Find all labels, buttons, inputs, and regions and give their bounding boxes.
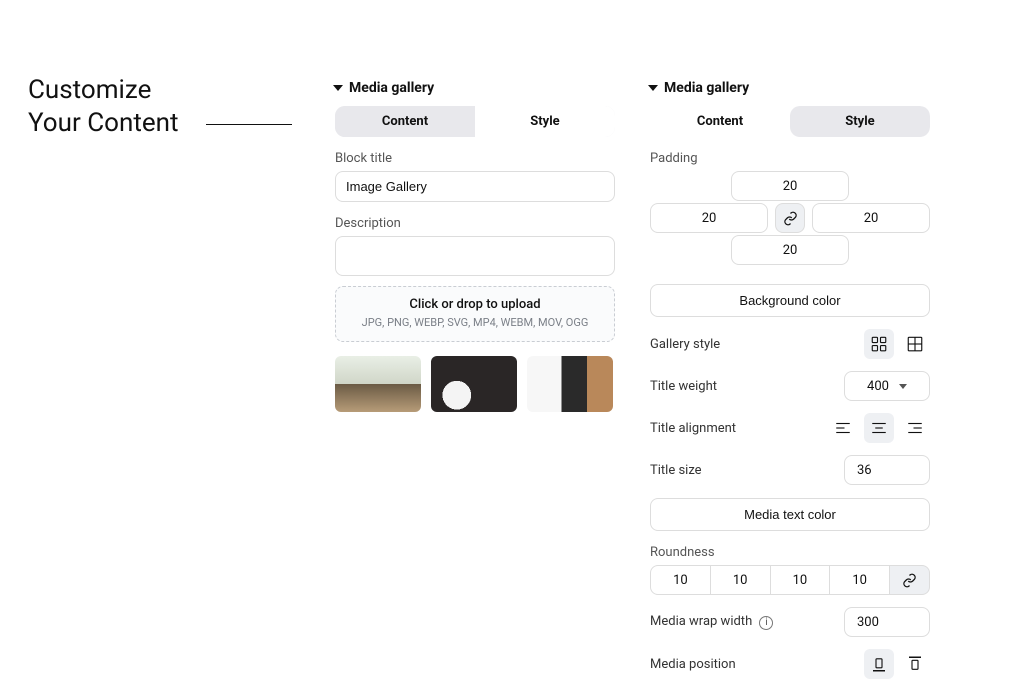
media-text-color-label: Media text color: [744, 507, 836, 522]
roundness-bl-value: 10: [852, 573, 867, 588]
media-wrap-width-text: Media wrap width: [650, 614, 752, 629]
title-size-input[interactable]: 36: [844, 455, 930, 485]
title-weight-value: 400: [867, 379, 889, 394]
headline-rule: [206, 124, 292, 125]
padding-bottom[interactable]: 20: [731, 235, 849, 265]
gallery-style-grid-icon[interactable]: [864, 329, 894, 359]
thumbnail-1[interactable]: [335, 356, 421, 412]
thumbnail-3[interactable]: [527, 356, 613, 412]
upload-zone[interactable]: Click or drop to upload JPG, PNG, WEBP, …: [335, 286, 615, 342]
roundness-link-toggle[interactable]: [890, 565, 930, 595]
upload-main-text: Click or drop to upload: [344, 297, 606, 312]
padding-right-value: 20: [864, 211, 879, 226]
media-wrap-width-label: Media wrap width i: [650, 614, 773, 630]
panel-content-title[interactable]: Media gallery: [335, 80, 615, 96]
panel-style-title[interactable]: Media gallery: [650, 80, 930, 96]
thumbnail-row: [335, 356, 615, 412]
description-input[interactable]: [335, 236, 615, 276]
padding-link-toggle[interactable]: [775, 203, 805, 233]
title-weight-select[interactable]: 400: [844, 371, 930, 401]
block-title-label: Block title: [335, 151, 615, 166]
roundness-br-value: 10: [793, 573, 808, 588]
media-wrap-width-value: 300: [857, 615, 879, 630]
roundness-label: Roundness: [650, 545, 930, 560]
roundness-tl[interactable]: 10: [650, 565, 711, 595]
chevron-down-icon: [333, 85, 343, 91]
roundness-br[interactable]: 10: [771, 565, 831, 595]
media-position-bottom-icon[interactable]: [900, 649, 930, 679]
tabbar-content: Content Style: [335, 106, 615, 137]
description-label: Description: [335, 216, 615, 231]
title-alignment-label: Title alignment: [650, 421, 736, 436]
upload-formats: JPG, PNG, WEBP, SVG, MP4, WEBM, MOV, OGG: [344, 316, 606, 329]
tabbar-style: Content Style: [650, 106, 930, 137]
padding-top-value: 20: [783, 179, 798, 194]
panel-style: Media gallery Content Style Padding 20 2…: [650, 80, 930, 679]
padding-bottom-value: 20: [783, 243, 798, 258]
padding-cross: 20 20 20 20: [650, 171, 930, 271]
chevron-down-icon: [899, 384, 907, 389]
panel-style-title-text: Media gallery: [664, 80, 749, 96]
link-icon: [902, 573, 917, 588]
media-position-label: Media position: [650, 657, 736, 672]
gallery-style-label: Gallery style: [650, 337, 720, 352]
tab-content2[interactable]: Content: [650, 106, 790, 137]
headline-line1: Customize: [28, 74, 178, 107]
block-title-input[interactable]: [335, 171, 615, 202]
roundness-tr-value: 10: [733, 573, 748, 588]
align-right-icon[interactable]: [900, 413, 930, 443]
background-color-button[interactable]: Background color: [650, 284, 930, 317]
roundness-tr[interactable]: 10: [711, 565, 771, 595]
background-color-label: Background color: [739, 293, 840, 308]
padding-label: Padding: [650, 151, 930, 166]
title-size-value: 36: [857, 463, 872, 478]
link-icon: [783, 211, 798, 226]
padding-left-value: 20: [702, 211, 717, 226]
padding-left[interactable]: 20: [650, 203, 768, 233]
panel-content-title-text: Media gallery: [349, 80, 434, 96]
padding-top[interactable]: 20: [731, 171, 849, 201]
thumbnail-2[interactable]: [431, 356, 517, 412]
title-weight-label: Title weight: [650, 379, 717, 394]
title-size-label: Title size: [650, 463, 702, 478]
gallery-style-block-icon[interactable]: [900, 329, 930, 359]
headline: Customize Your Content: [28, 74, 178, 139]
tab-content[interactable]: Content: [335, 106, 475, 137]
chevron-down-icon: [648, 85, 658, 91]
media-wrap-width-input[interactable]: 300: [844, 607, 930, 637]
panel-content: Media gallery Content Style Block title …: [335, 80, 615, 412]
tab-style2[interactable]: Style: [790, 106, 930, 137]
media-position-top-icon[interactable]: [864, 649, 894, 679]
roundness-tl-value: 10: [673, 573, 688, 588]
align-center-icon[interactable]: [864, 413, 894, 443]
align-left-icon[interactable]: [828, 413, 858, 443]
media-text-color-button[interactable]: Media text color: [650, 498, 930, 531]
info-icon[interactable]: i: [759, 616, 773, 630]
padding-right[interactable]: 20: [812, 203, 930, 233]
tab-style[interactable]: Style: [475, 106, 615, 137]
roundness-row: 10 10 10 10: [650, 565, 930, 595]
headline-line2: Your Content: [28, 107, 178, 140]
roundness-bl[interactable]: 10: [830, 565, 890, 595]
